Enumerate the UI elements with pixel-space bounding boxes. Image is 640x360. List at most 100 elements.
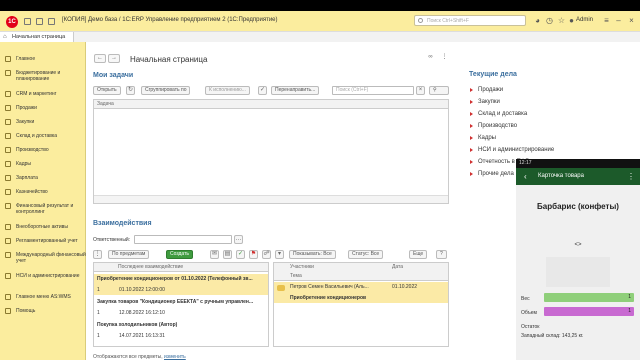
sidebar-item-accounting[interactable]: Регламентированный учет — [0, 238, 86, 244]
bell-icon[interactable] — [36, 18, 43, 25]
notification-icon[interactable]: ◕ — [533, 16, 542, 25]
current-item-admin[interactable]: НСИ и администрирование — [470, 147, 554, 153]
select-icon[interactable]: … — [234, 235, 243, 244]
document-icon[interactable]: ▤ — [223, 250, 232, 259]
clear-icon[interactable]: × — [416, 86, 425, 95]
create-button[interactable]: Создать — [166, 250, 194, 259]
table-row[interactable]: Приобретение кондиционеров от 01.10.2022… — [94, 274, 268, 295]
sidebar-item-sales[interactable]: Продажи — [0, 105, 86, 111]
flag-icon[interactable]: ⚑ — [249, 250, 258, 259]
sidebar-item-staff[interactable]: Кадры — [0, 161, 86, 167]
back-arrow-icon[interactable]: ‹ — [524, 168, 527, 185]
triangle-icon — [470, 124, 473, 128]
sidebar-item-purchases[interactable]: Закупки — [0, 119, 86, 125]
footer-text: Отображаются все предметы, изменить — [93, 354, 458, 360]
more-icon[interactable]: ⋮ — [440, 54, 449, 63]
collapse-icon[interactable]: ⋮ — [93, 250, 102, 259]
home-icon: ⌂ — [3, 34, 7, 40]
current-item-other[interactable]: Прочие дела — [470, 171, 514, 177]
subjects-column-header: Последнее взаимодействие — [94, 263, 268, 272]
redirect-button[interactable]: Перенаправить... — [271, 86, 320, 95]
product-name: Барбарис (конфеты) — [537, 202, 619, 211]
weight-value: 1 — [544, 293, 634, 302]
attach-icon[interactable]: ☍ — [262, 250, 271, 259]
history-icon[interactable]: ◷ — [545, 16, 554, 25]
salary-icon — [5, 175, 11, 181]
current-item-label: Склад и доставка — [478, 111, 528, 117]
open-task-button[interactable]: Открыть — [93, 86, 121, 95]
filter-icon[interactable]: ▾ — [275, 250, 284, 259]
tab-home-label: Начальная страница — [12, 34, 66, 40]
forward-button[interactable]: → — [108, 54, 120, 63]
close-icon[interactable]: × — [627, 16, 636, 25]
table-row[interactable]: Петров Семен Васильевич (Аль... 01.10.20… — [274, 282, 448, 303]
checkmark-icon[interactable]: ✓ — [258, 86, 267, 95]
by-subjects-button[interactable]: По предметам — [108, 250, 150, 259]
row-title: Покупка холодильников (Автор) — [97, 322, 178, 328]
help-button[interactable]: ? — [436, 250, 447, 259]
phone-status-bar: 12:17 — [516, 159, 640, 168]
current-item-purchases[interactable]: Закупки — [470, 99, 500, 105]
user-name[interactable]: Admin — [576, 17, 593, 23]
history-icon[interactable] — [48, 18, 55, 25]
check-icon[interactable]: ✓ — [236, 250, 245, 259]
minimize-icon[interactable]: – — [614, 16, 623, 25]
table-row[interactable]: Закупка товаров "Кондиционер ЕЕЕКТА" с р… — [94, 297, 268, 318]
table-row[interactable]: Покупка холодильников (Автор) 1 14.07.20… — [94, 320, 268, 341]
current-item-sales[interactable]: Продажи — [470, 87, 503, 93]
sidebar-item-label: Зарплата — [16, 175, 38, 181]
triangle-icon — [470, 160, 473, 164]
search-button[interactable]: ⚲ — [429, 86, 449, 95]
row-date: 12.08.2022 16:12:10 — [119, 310, 165, 316]
user-icon[interactable]: ● — [567, 16, 576, 25]
interactions-table[interactable]: Участники Дата Тема Петров Семен Василье… — [273, 262, 449, 347]
sidebar-item-finance[interactable]: Финансовый результат и контроллинг — [0, 203, 86, 215]
subjects-table[interactable]: Последнее взаимодействие Приобретение ко… — [93, 262, 269, 347]
sidebar-item-label: Главное — [16, 56, 36, 62]
status-filter-button[interactable]: Статус: Все — [348, 250, 384, 259]
star-icon[interactable]: ☆ — [557, 16, 566, 25]
app-window: 1С [КОПИЯ] Демо база / 1С:ERP Управление… — [0, 11, 640, 360]
link-icon[interactable]: ∞ — [426, 54, 435, 63]
sidebar-item-label: Кадры — [16, 161, 31, 167]
sidebar-item-warehouse[interactable]: Склад и доставка — [0, 133, 86, 139]
tasks-table[interactable]: Задача — [93, 99, 449, 204]
tasks-search-input[interactable]: Поиск (Ctrl+F) — [332, 86, 414, 95]
assets-icon — [5, 224, 11, 230]
current-item-production[interactable]: Производство — [470, 123, 517, 129]
menu-icon[interactable] — [24, 18, 31, 25]
show-filter-button[interactable]: Показывать: Все — [289, 250, 336, 259]
kebab-menu-icon[interactable]: ⋮ — [627, 168, 635, 185]
sidebar-item-admin[interactable]: НСИ и администрирование — [0, 273, 86, 279]
to-execution-button[interactable]: К исполнению... — [205, 86, 250, 95]
global-search-input[interactable]: Поиск Ctrl+Shift+F — [414, 15, 526, 26]
sidebar-item-assets[interactable]: Внеоборотные активы — [0, 224, 86, 230]
crm-icon — [5, 91, 11, 97]
settings-icon[interactable]: ≡ — [602, 16, 611, 25]
current-item-label: НСИ и администрирование — [478, 147, 555, 153]
current-item-staff[interactable]: Кадры — [470, 135, 496, 141]
title-bar: 1С [КОПИЯ] Демо база / 1С:ERP Управление… — [0, 11, 640, 43]
responsible-field[interactable] — [134, 235, 232, 244]
sidebar-item-crm[interactable]: CRM и маркетинг — [0, 91, 86, 97]
sidebar-item-salary[interactable]: Зарплата — [0, 175, 86, 181]
sidebar-item-wms[interactable]: Главное меню AS:WMS — [0, 294, 86, 300]
accounting-icon — [5, 238, 11, 244]
mail-icon[interactable]: ✉ — [210, 250, 219, 259]
sidebar-item-treasury[interactable]: Казначейство — [0, 189, 86, 195]
sidebar-item-international[interactable]: Международный финансовый учет — [0, 252, 86, 264]
sidebar-item-budget[interactable]: Бюджетирование и планирование — [0, 70, 86, 82]
change-link[interactable]: изменить — [164, 354, 186, 360]
refresh-icon[interactable]: ↻ — [126, 86, 135, 95]
current-item-label: Кадры — [478, 135, 496, 141]
sidebar-item-help[interactable]: Помощь — [0, 308, 86, 314]
back-button[interactable]: ← — [94, 54, 106, 63]
sidebar-item-main[interactable]: Главное — [0, 56, 86, 62]
tasks-scrollbar[interactable] — [94, 195, 448, 203]
current-item-label: Производство — [478, 123, 518, 129]
current-item-warehouse[interactable]: Склад и доставка — [470, 111, 527, 117]
more-button[interactable]: Еще — [409, 250, 428, 259]
group-by-button[interactable]: Сгруппировать по — [141, 86, 191, 95]
sidebar-item-production[interactable]: Производство — [0, 147, 86, 153]
triangle-icon — [470, 100, 473, 104]
